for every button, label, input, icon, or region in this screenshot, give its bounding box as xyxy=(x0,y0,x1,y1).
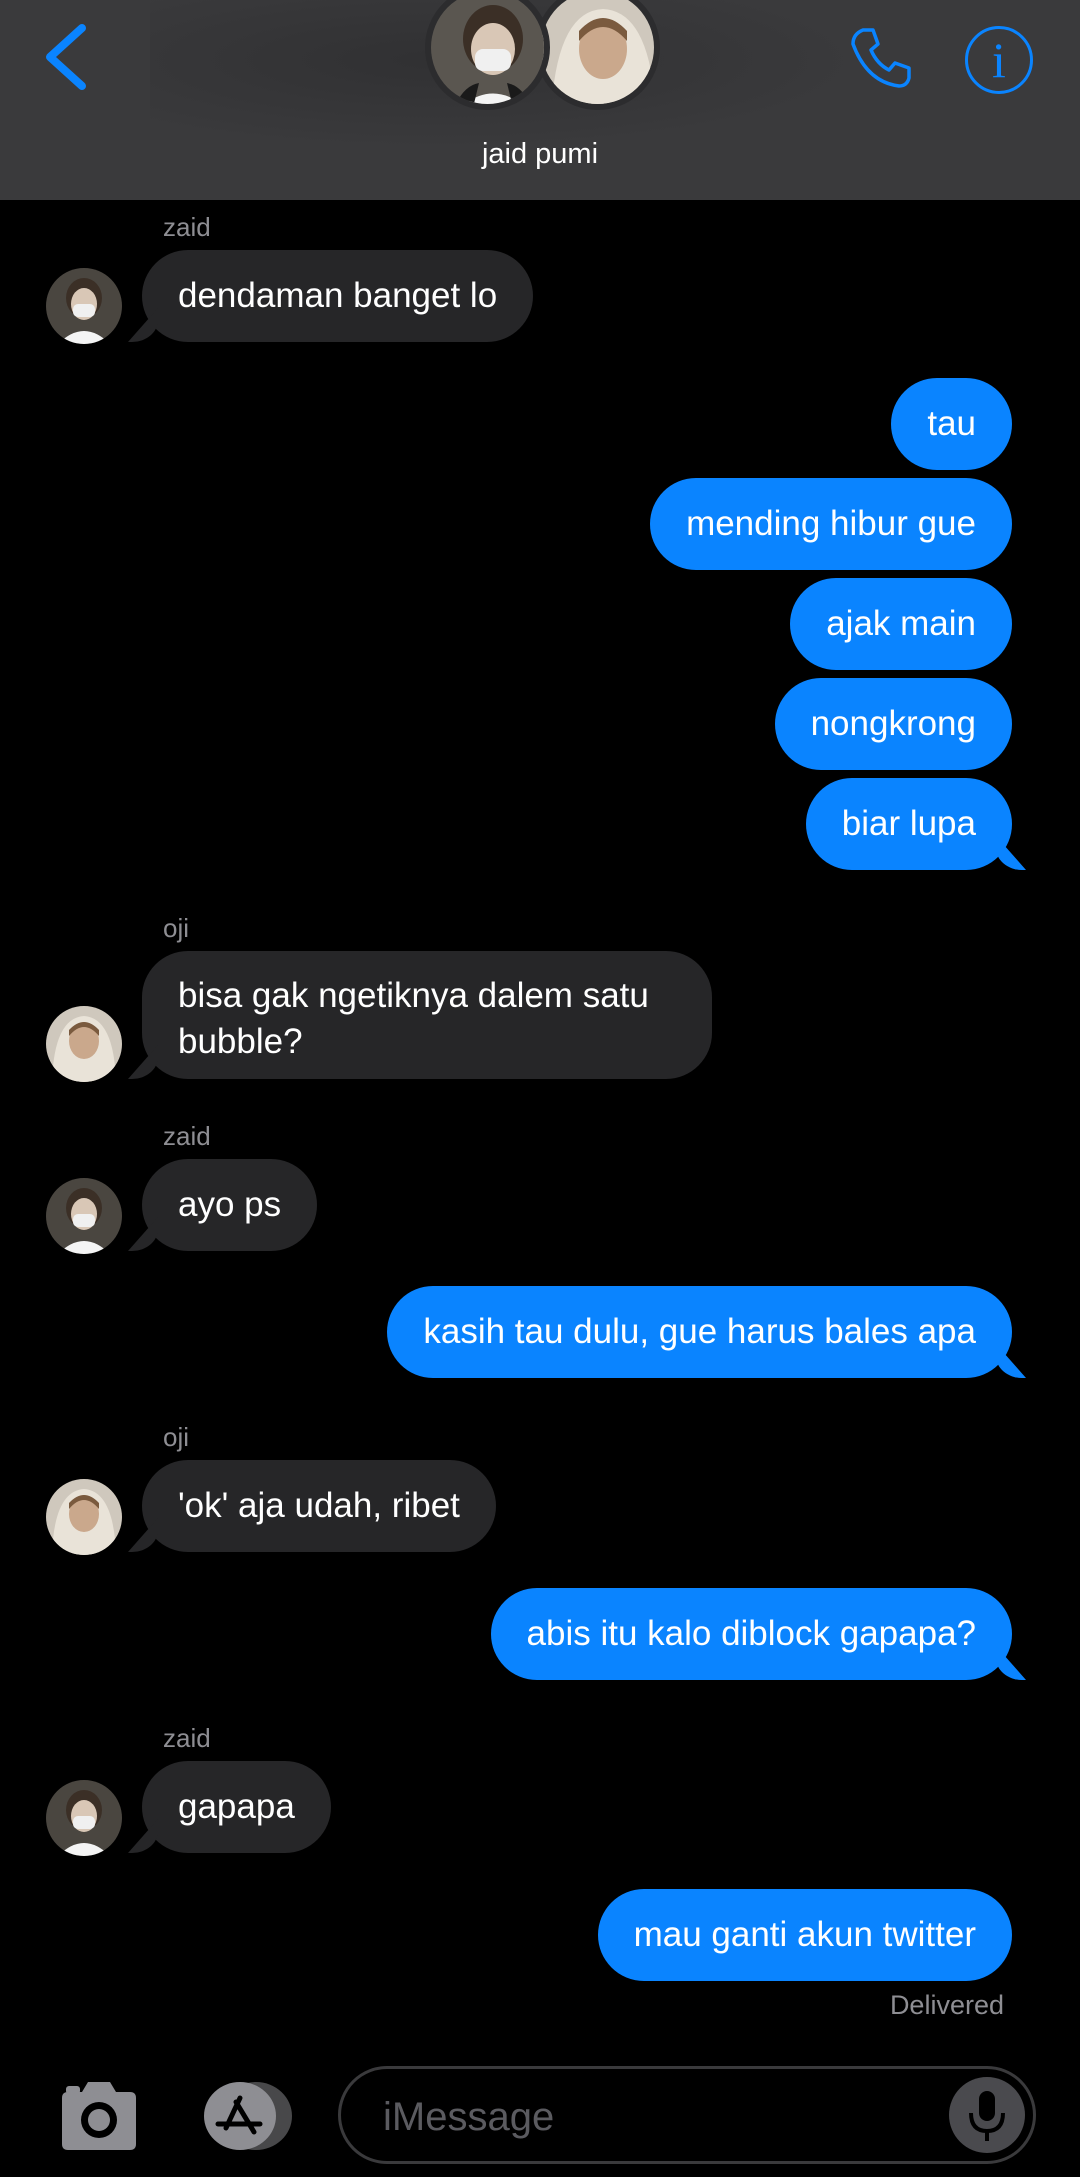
chevron-left-icon xyxy=(46,24,86,90)
avatar-zaid[interactable] xyxy=(46,268,122,344)
message-text: biar lupa xyxy=(841,804,976,843)
message-text: nongkrong xyxy=(810,704,976,743)
avatar-oji[interactable] xyxy=(46,1479,122,1555)
group-avatars[interactable] xyxy=(425,0,660,115)
message-text: abis itu kalo diblock gapapa? xyxy=(526,1614,976,1653)
avatar-zaid xyxy=(425,0,550,110)
message-bubble-outgoing[interactable]: kasih tau dulu, gue harus bales apa xyxy=(387,1286,1012,1378)
sender-name: oji xyxy=(163,1422,190,1452)
app-store-icon xyxy=(204,2082,292,2150)
message-text: dendaman banget lo xyxy=(178,276,498,315)
avatar-zaid[interactable] xyxy=(46,1780,122,1856)
sender-name: oji xyxy=(163,913,190,943)
message-text: mau ganti akun twitter xyxy=(633,1915,976,1954)
message-bubble-outgoing[interactable]: abis itu kalo diblock gapapa? xyxy=(490,1588,1012,1680)
back-button[interactable] xyxy=(40,20,100,90)
message-text: kasih tau dulu, gue harus bales apa xyxy=(423,1312,976,1351)
sender-name: zaid xyxy=(163,1723,211,1753)
conversation-header: jaid pumi i xyxy=(0,0,1080,200)
avatar-oji[interactable] xyxy=(46,1006,122,1082)
message-input[interactable]: iMessage xyxy=(338,2066,1036,2164)
message-bubble-outgoing[interactable]: ajak main xyxy=(790,578,1012,670)
info-icon: i xyxy=(992,32,1006,88)
info-button[interactable]: i xyxy=(965,26,1033,94)
delivery-status: Delivered xyxy=(889,1990,1004,2020)
sender-name: zaid xyxy=(163,1121,211,1151)
message-bubble-incoming[interactable]: bisa gak ngetiknya dalem satu bubble? xyxy=(142,951,712,1079)
call-button[interactable] xyxy=(845,22,917,94)
camera-button[interactable] xyxy=(56,2080,142,2152)
microphone-button[interactable] xyxy=(949,2077,1025,2153)
message-text: ayo ps xyxy=(178,1185,282,1224)
message-text: mending hibur gue xyxy=(686,504,976,543)
camera-icon xyxy=(62,2082,136,2150)
message-bubble-outgoing[interactable]: biar lupa xyxy=(805,778,1012,870)
message-text: 'ok' aja udah, ribet xyxy=(178,1486,460,1525)
message-text: ajak main xyxy=(826,604,976,643)
microphone-icon xyxy=(969,2091,1005,2141)
message-text: gapapa xyxy=(178,1787,295,1826)
message-bubble-outgoing[interactable]: nongkrong xyxy=(774,678,1012,770)
group-name[interactable]: jaid pumi xyxy=(0,138,1080,171)
phone-icon xyxy=(851,28,911,88)
message-bubble-outgoing[interactable]: tau xyxy=(891,378,1012,470)
messages-screen: jaid pumi i zaid dendaman banget lo tau … xyxy=(0,0,1080,2177)
avatar-oji xyxy=(535,0,660,110)
sender-name: zaid xyxy=(163,212,211,242)
message-bubble-incoming[interactable]: dendaman banget lo xyxy=(142,250,534,342)
message-bubble-incoming[interactable]: ayo ps xyxy=(142,1159,318,1251)
message-bubble-incoming[interactable]: 'ok' aja udah, ribet xyxy=(142,1460,496,1552)
message-text: tau xyxy=(927,404,976,443)
message-bubble-incoming[interactable]: gapapa xyxy=(142,1761,331,1853)
message-bubble-outgoing[interactable]: mau ganti akun twitter xyxy=(597,1889,1012,1981)
avatar-zaid[interactable] xyxy=(46,1178,122,1254)
message-input-placeholder: iMessage xyxy=(383,2095,555,2139)
message-text: bisa gak ngetiknya dalem satu bubble? xyxy=(178,976,649,1061)
message-bubble-outgoing[interactable]: mending hibur gue xyxy=(650,478,1012,570)
apps-button[interactable] xyxy=(198,2080,298,2152)
